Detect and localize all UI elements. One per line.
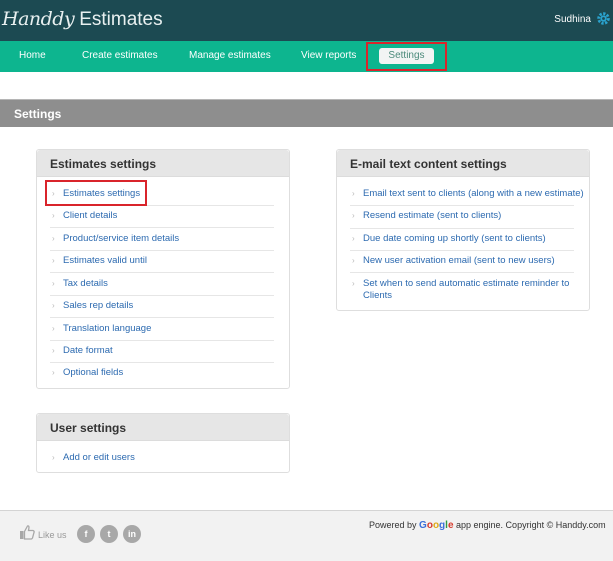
estimates-settings-divider xyxy=(50,272,274,273)
brand-logo[interactable]: Handdy Estimates xyxy=(2,8,163,34)
estimates-settings-header: Estimates settings xyxy=(37,150,289,177)
email-settings-divider xyxy=(350,250,574,251)
estimates-settings-title: Estimates settings xyxy=(50,157,157,171)
estimates-settings-link[interactable]: Client details xyxy=(63,210,117,222)
user-settings-panel: User settings xyxy=(36,413,290,473)
email-settings-header: E-mail text content settings xyxy=(337,150,589,177)
email-settings-divider xyxy=(350,228,574,229)
estimates-settings-highlight-box xyxy=(45,180,147,206)
nav-manage-estimates[interactable]: Manage estimates xyxy=(189,50,271,61)
thumbs-up-icon[interactable] xyxy=(19,524,35,540)
estimates-settings-chevron-icon: › xyxy=(52,368,55,377)
powered-suffix: app engine. Copyright © Handdy.com xyxy=(456,520,606,530)
gear-icon[interactable] xyxy=(596,11,611,26)
estimates-settings-chevron-icon: › xyxy=(52,324,55,333)
estimates-settings-chevron-icon: › xyxy=(52,256,55,265)
estimates-settings-link[interactable]: Sales rep details xyxy=(63,300,133,312)
estimates-settings-chevron-icon: › xyxy=(52,211,55,220)
user-name[interactable]: Sudhina xyxy=(554,14,591,25)
twitter-icon[interactable]: t xyxy=(100,525,118,543)
email-settings-chevron-icon: › xyxy=(352,211,355,220)
user-settings-chevron-icon: › xyxy=(52,453,55,462)
estimates-settings-link[interactable]: Tax details xyxy=(63,278,108,290)
nav-view-reports[interactable]: View reports xyxy=(301,50,356,61)
estimates-settings-chevron-icon: › xyxy=(52,279,55,288)
powered-prefix: Powered by xyxy=(369,520,417,530)
estimates-settings-divider xyxy=(50,362,274,363)
linkedin-icon[interactable]: in xyxy=(123,525,141,543)
estimates-settings-link[interactable]: Product/service item details xyxy=(63,233,179,245)
page-title: Settings xyxy=(14,107,62,121)
powered-by-text: Powered by Google app engine. Copyright … xyxy=(369,520,606,531)
estimates-settings-divider xyxy=(50,295,274,296)
email-settings-divider xyxy=(350,205,574,206)
email-settings-link[interactable]: Resend estimate (sent to clients) xyxy=(363,210,501,222)
user-settings-title: User settings xyxy=(50,421,127,435)
estimates-settings-chevron-icon: › xyxy=(52,346,55,355)
estimates-settings-link[interactable]: Estimates valid until xyxy=(63,255,147,267)
estimates-settings-chevron-icon: › xyxy=(52,301,55,310)
email-settings-link[interactable]: Due date coming up shortly (sent to clie… xyxy=(363,233,546,245)
email-settings-chevron-icon: › xyxy=(352,189,355,198)
email-settings-title: E-mail text content settings xyxy=(350,157,507,171)
estimates-settings-link[interactable]: Optional fields xyxy=(63,367,123,379)
top-bar: Handdy Estimates Sudhina xyxy=(0,0,613,41)
estimates-settings-divider xyxy=(50,340,274,341)
email-settings-chevron-icon: › xyxy=(352,279,355,288)
estimates-settings-link[interactable]: Date format xyxy=(63,345,113,357)
email-settings-chevron-icon: › xyxy=(352,256,355,265)
brand-script: Handdy xyxy=(2,8,75,30)
email-settings-link[interactable]: Email text sent to clients (along with a… xyxy=(363,188,584,200)
like-us-label: Like us xyxy=(38,530,67,540)
settings-highlight-box xyxy=(366,42,447,71)
estimates-settings-divider xyxy=(50,227,274,228)
nav-home[interactable]: Home xyxy=(19,50,46,61)
estimates-settings-link[interactable]: Translation language xyxy=(63,323,151,335)
user-settings-link[interactable]: Add or edit users xyxy=(63,452,135,464)
user-settings-header: User settings xyxy=(37,414,289,441)
page-header-bar: Settings xyxy=(0,99,613,127)
email-settings-link[interactable]: New user activation email (sent to new u… xyxy=(363,255,555,267)
estimates-settings-divider xyxy=(50,250,274,251)
nav-create-estimates[interactable]: Create estimates xyxy=(82,50,158,61)
google-logo[interactable]: Google xyxy=(419,520,453,531)
estimates-settings-chevron-icon: › xyxy=(52,234,55,243)
email-settings-divider xyxy=(350,272,574,273)
email-settings-link[interactable]: Set when to send automatic estimate remi… xyxy=(363,278,583,302)
facebook-icon[interactable]: f xyxy=(77,525,95,543)
brand-name: Estimates xyxy=(79,9,163,30)
estimates-settings-divider xyxy=(50,317,274,318)
email-settings-chevron-icon: › xyxy=(352,234,355,243)
